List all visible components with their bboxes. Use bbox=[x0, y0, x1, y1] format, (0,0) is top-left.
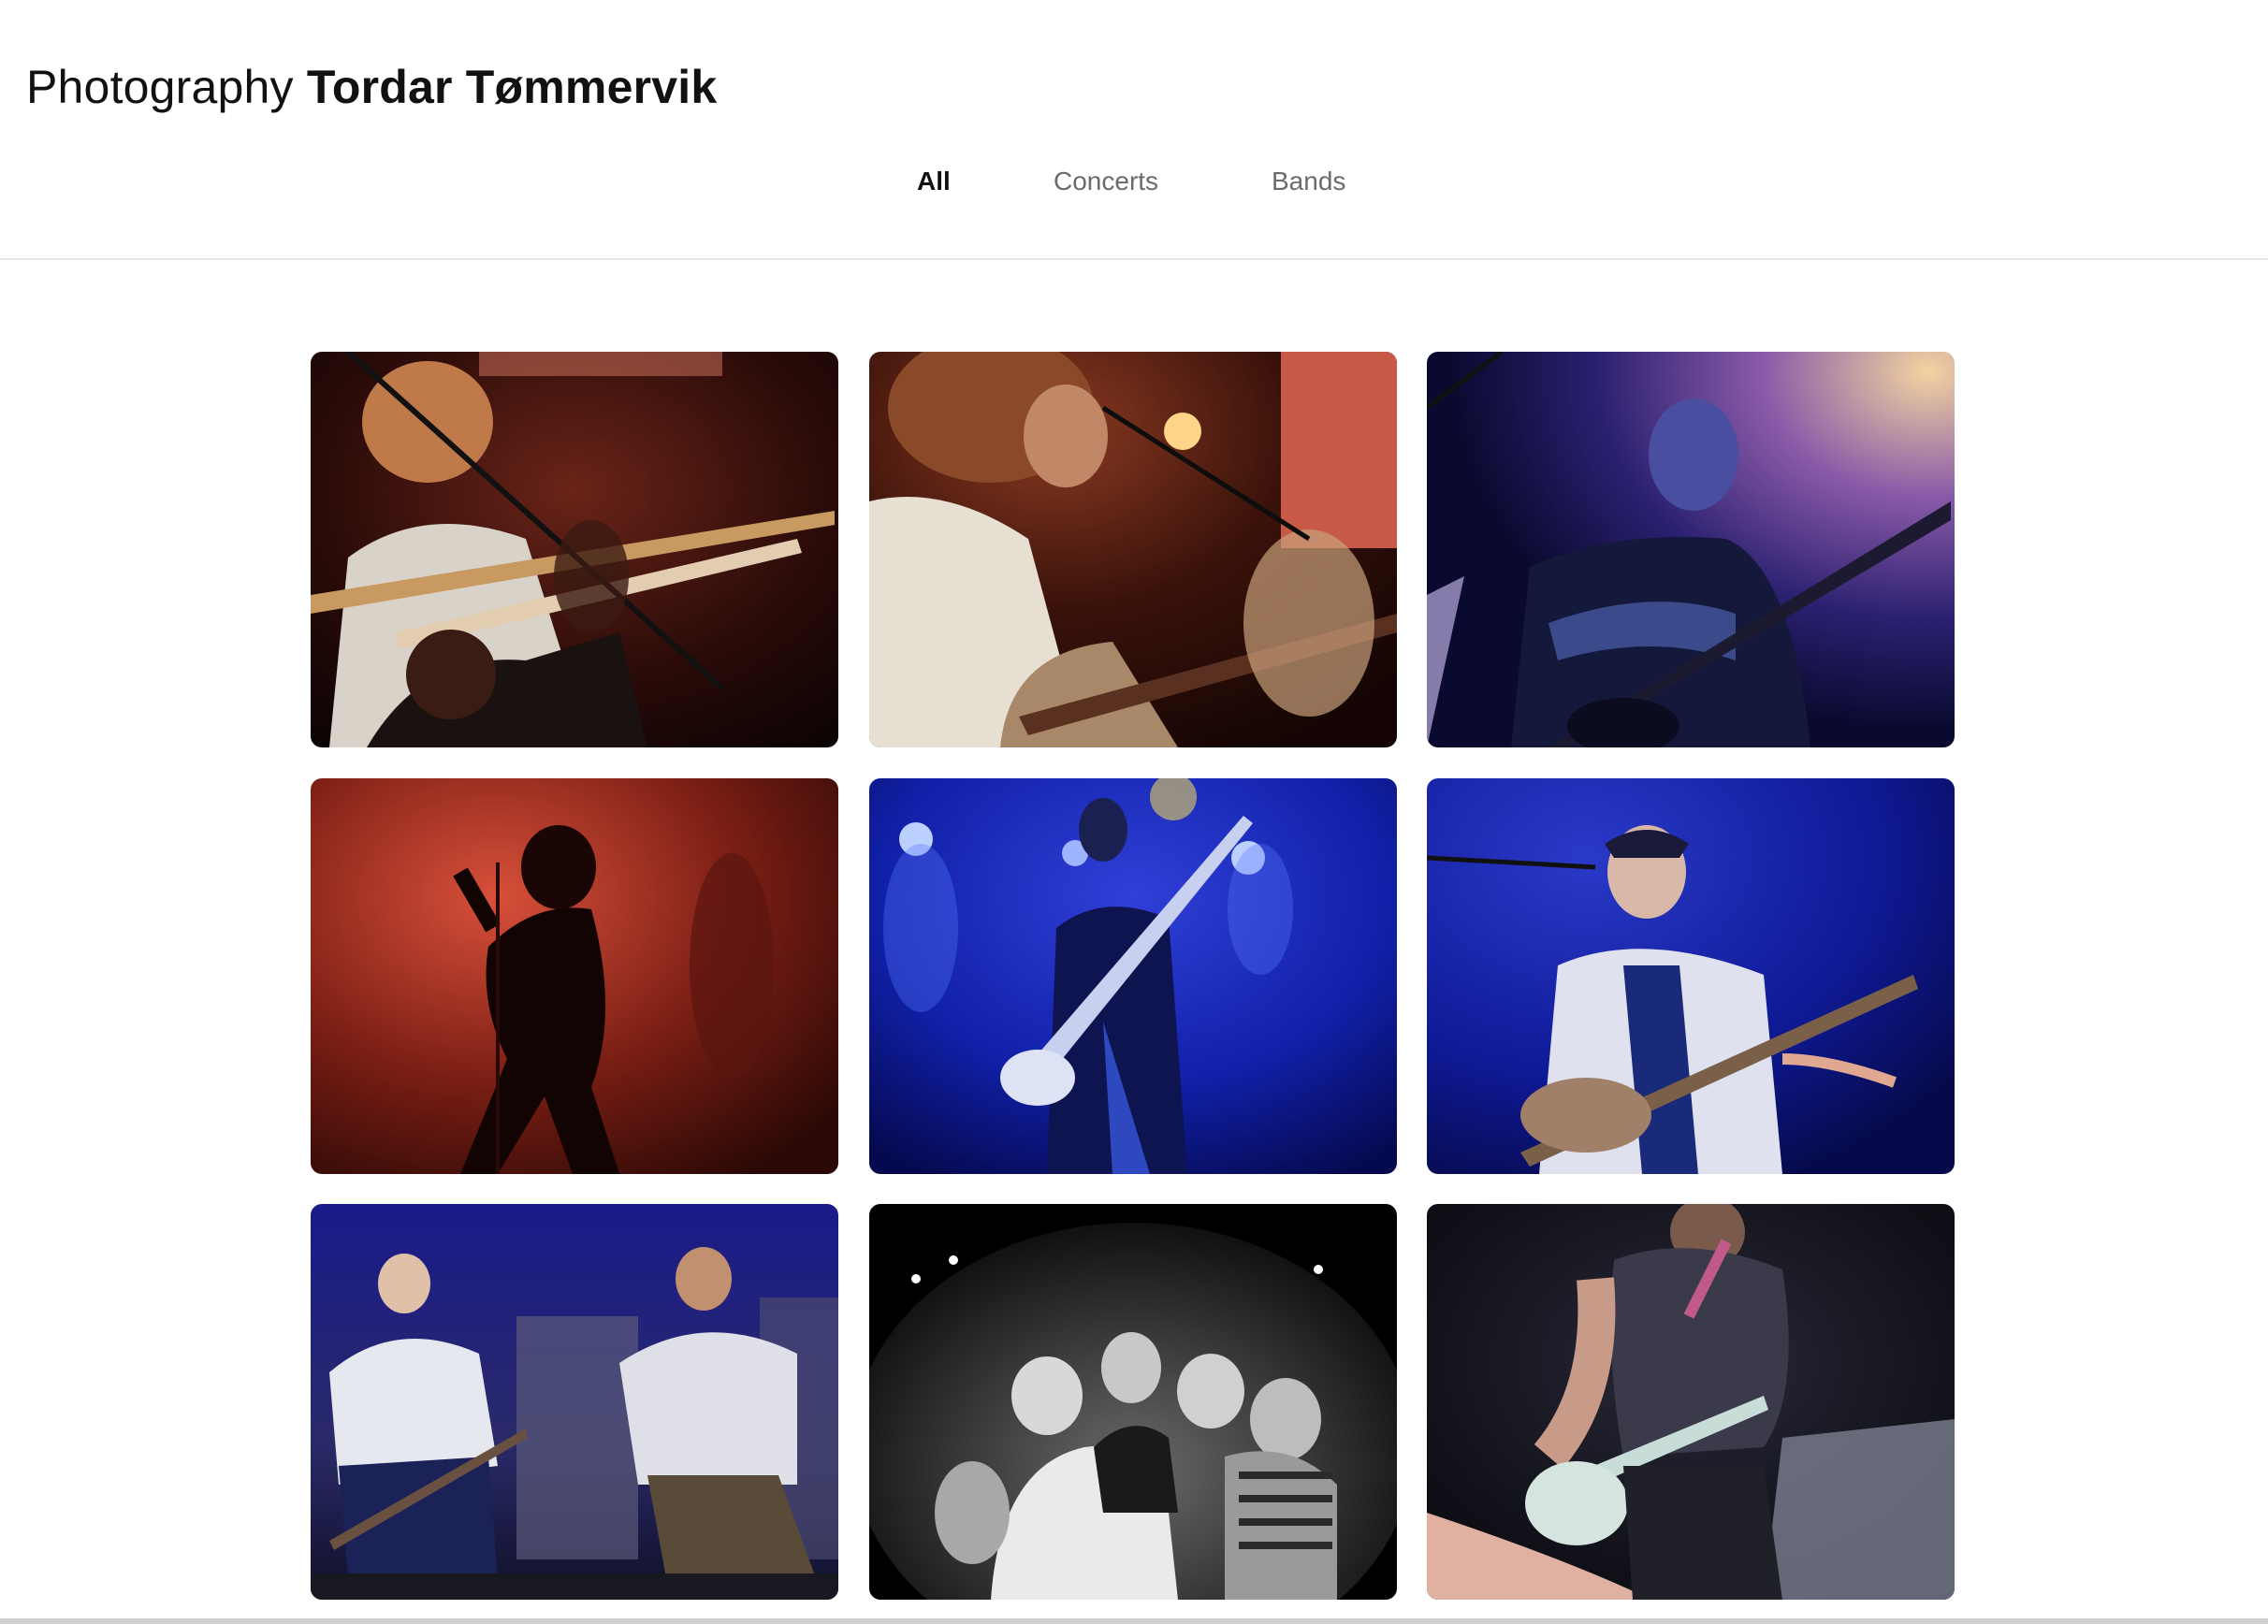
photo-image bbox=[1427, 778, 1955, 1174]
site-title-prefix: Photography bbox=[26, 61, 294, 113]
photo-image bbox=[311, 778, 838, 1174]
photo-image bbox=[869, 1204, 1397, 1600]
site-header: Photography Tordar Tømmervik All Concert… bbox=[0, 0, 2268, 260]
photo-tile-9[interactable] bbox=[1427, 1204, 1955, 1600]
photo-tile-6[interactable] bbox=[1427, 778, 1955, 1174]
photo-tile-5[interactable] bbox=[869, 778, 1397, 1174]
photo-image bbox=[869, 778, 1397, 1174]
photo-image bbox=[869, 352, 1397, 747]
window-bottom-edge bbox=[0, 1618, 2268, 1624]
photo-image bbox=[1427, 352, 1955, 747]
nav-item-bands[interactable]: Bands bbox=[1272, 163, 1345, 200]
nav-item-all[interactable]: All bbox=[917, 163, 951, 200]
photo-image bbox=[1427, 1204, 1955, 1600]
photo-tile-7[interactable] bbox=[311, 1204, 838, 1600]
photo-tile-1[interactable] bbox=[311, 352, 838, 747]
photo-tile-3[interactable] bbox=[1427, 352, 1955, 747]
nav-item-concerts[interactable]: Concerts bbox=[1054, 163, 1158, 200]
photo-tile-2[interactable] bbox=[869, 352, 1397, 747]
photo-image bbox=[311, 1204, 838, 1600]
photo-image bbox=[311, 352, 838, 747]
category-nav: All Concerts Bands bbox=[0, 163, 2268, 204]
photo-tile-4[interactable] bbox=[311, 778, 838, 1174]
site-title[interactable]: Photography Tordar Tømmervik bbox=[26, 58, 717, 116]
photo-tile-8[interactable] bbox=[869, 1204, 1397, 1600]
site-title-name: Tordar Tømmervik bbox=[306, 61, 718, 113]
